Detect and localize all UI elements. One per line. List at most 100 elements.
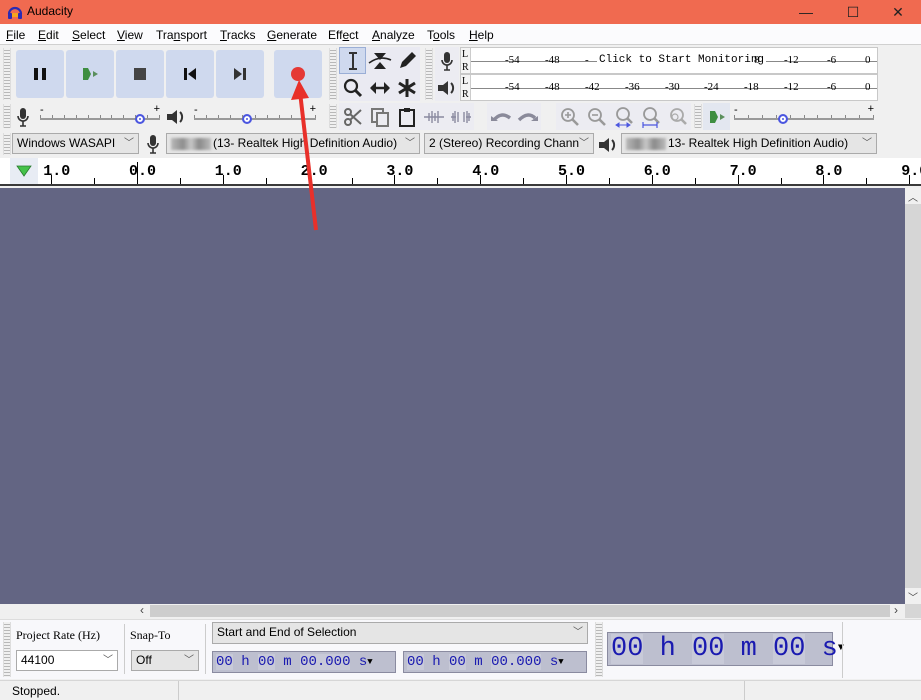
menu-help[interactable]: Help bbox=[469, 28, 494, 42]
playback-meter-button[interactable] bbox=[435, 74, 459, 101]
record-meter[interactable]: LR -54 -48 - Click to Start Monitoring 8… bbox=[460, 47, 878, 74]
chevron-down-icon: ﹀ bbox=[573, 627, 583, 638]
divider bbox=[744, 681, 745, 700]
hours-value: 00 bbox=[216, 654, 233, 670]
fit-selection-button[interactable] bbox=[610, 103, 637, 130]
meter-tick: 0 bbox=[865, 81, 871, 93]
close-button[interactable]: ✕ bbox=[875, 0, 921, 24]
timeline-options-button[interactable] bbox=[10, 158, 38, 184]
recording-device-select[interactable]: (13- Realtek High Definition Audio) ﹀ bbox=[166, 133, 420, 154]
scrollbar-thumb[interactable] bbox=[150, 605, 890, 617]
snap-to-select[interactable]: Off ﹀ bbox=[131, 650, 199, 671]
scroll-right-button[interactable]: › bbox=[894, 603, 898, 617]
menu-file[interactable]: File bbox=[6, 28, 25, 42]
time-shift-tool-button[interactable] bbox=[366, 74, 393, 101]
slider-max-label: + bbox=[867, 103, 874, 115]
record-meter-button[interactable] bbox=[435, 47, 459, 74]
recording-volume-slider[interactable]: - + bbox=[40, 103, 160, 125]
channel-r: R bbox=[462, 89, 469, 100]
mixer-toolbar-grip[interactable] bbox=[3, 104, 11, 128]
scroll-up-button[interactable]: ︿ bbox=[905, 188, 921, 204]
transport-toolbar-grip[interactable] bbox=[3, 48, 11, 100]
slider-thumb[interactable] bbox=[778, 114, 789, 124]
menu-edit[interactable]: Edit bbox=[38, 28, 59, 42]
audio-host-select[interactable]: Windows WASAPI ﹀ bbox=[12, 133, 139, 154]
timeline-ruler[interactable]: 1.0 0.0 1.0 2.0 3.0 4.0 5.0 6.0 7.0 8.0 9.0 bbox=[0, 158, 921, 186]
slider-thumb[interactable] bbox=[242, 114, 253, 124]
track-area[interactable] bbox=[0, 188, 905, 604]
selection-end-time[interactable]: 00 h 00 m 00.000 s▼ bbox=[403, 651, 587, 673]
chevron-down-icon: ﹀ bbox=[124, 138, 134, 149]
cut-button[interactable] bbox=[339, 103, 366, 130]
play-at-speed-button[interactable] bbox=[703, 103, 730, 130]
hours-value: 00 bbox=[611, 634, 644, 664]
redacted-text bbox=[626, 137, 666, 150]
format-dropdown-icon[interactable]: ▼ bbox=[367, 657, 372, 667]
slider-tick bbox=[99, 115, 101, 118]
audio-position-time[interactable]: 00 h 00 m 00 s▼ bbox=[607, 632, 844, 666]
play-at-speed-toolbar-grip[interactable] bbox=[694, 104, 702, 128]
status-text: Stopped. bbox=[12, 684, 61, 698]
minimize-button[interactable]: — bbox=[783, 0, 829, 24]
trim-audio-button[interactable] bbox=[420, 103, 447, 130]
hours-unit: h bbox=[241, 654, 250, 670]
ruler-tick bbox=[909, 175, 911, 184]
zoom-in-icon bbox=[560, 107, 579, 126]
play-button[interactable] bbox=[66, 50, 114, 98]
zoom-toggle-button[interactable] bbox=[664, 103, 691, 130]
menu-label: elect bbox=[80, 28, 106, 42]
project-rate-select[interactable]: 44100 ﹀ bbox=[16, 650, 118, 671]
meter-toolbar-grip[interactable] bbox=[425, 48, 433, 100]
minutes-unit: m bbox=[740, 634, 757, 664]
stop-button[interactable] bbox=[116, 50, 164, 98]
tools-toolbar-grip[interactable] bbox=[329, 48, 337, 100]
slider-tick bbox=[194, 115, 195, 118]
zoom-in-button[interactable] bbox=[556, 103, 583, 130]
pause-button[interactable] bbox=[16, 50, 64, 98]
redo-button[interactable] bbox=[514, 103, 541, 130]
device-toolbar-grip[interactable] bbox=[3, 133, 11, 155]
skip-to-start-button[interactable] bbox=[166, 50, 214, 98]
playback-meter[interactable]: LR -54 -48 -42 -36 -30 -24 -18 -12 -6 0 bbox=[460, 74, 878, 101]
start-monitoring-prompt[interactable]: Click to Start Monitoring bbox=[597, 54, 767, 66]
skip-to-end-button[interactable] bbox=[216, 50, 264, 98]
playback-volume-slider[interactable]: - + bbox=[194, 103, 316, 125]
zoom-tool-button[interactable] bbox=[339, 74, 366, 101]
paste-button[interactable] bbox=[393, 103, 420, 130]
recording-channels-select[interactable]: 2 (Stereo) Recording Chann ﹀ bbox=[424, 133, 594, 154]
selection-mode-select[interactable]: Start and End of Selection ﹀ bbox=[212, 622, 588, 644]
divider bbox=[124, 624, 125, 674]
edit-toolbar-grip[interactable] bbox=[329, 104, 337, 128]
playback-speed-slider[interactable]: - + bbox=[734, 103, 874, 125]
scroll-left-button[interactable]: ‹ bbox=[140, 603, 144, 617]
selection-start-time[interactable]: 00 h 00 m 00.000 s▼ bbox=[212, 651, 396, 673]
multi-tool-button[interactable] bbox=[393, 74, 420, 101]
menu-view[interactable]: View bbox=[117, 28, 143, 42]
horizontal-scrollbar[interactable]: ‹ › bbox=[0, 603, 905, 618]
copy-button[interactable] bbox=[366, 103, 393, 130]
draw-tool-button[interactable] bbox=[393, 47, 420, 74]
scroll-down-button[interactable]: ﹀ bbox=[905, 588, 921, 604]
menu-analyze[interactable]: Analyze bbox=[372, 28, 415, 42]
selection-tool-button[interactable] bbox=[339, 47, 366, 74]
menu-tracks[interactable]: Tracks bbox=[220, 28, 256, 42]
record-button[interactable] bbox=[274, 50, 322, 98]
vertical-scrollbar[interactable]: ︿ ﹀ bbox=[905, 188, 921, 618]
envelope-tool-button[interactable] bbox=[366, 47, 393, 74]
menu-generate[interactable]: Generate bbox=[267, 28, 317, 42]
undo-button[interactable] bbox=[487, 103, 514, 130]
meter-tick: -12 bbox=[784, 81, 799, 93]
playback-device-select[interactable]: 13- Realtek High Definition Audio) ﹀ bbox=[621, 133, 877, 154]
zoom-out-button[interactable] bbox=[583, 103, 610, 130]
fit-project-button[interactable] bbox=[637, 103, 664, 130]
time-toolbar-grip[interactable] bbox=[595, 622, 603, 677]
menu-select[interactable]: Select bbox=[72, 28, 105, 42]
format-dropdown-icon[interactable]: ▼ bbox=[558, 657, 563, 667]
menu-tools[interactable]: Tools bbox=[427, 28, 455, 42]
menu-transport[interactable]: Transport bbox=[156, 28, 207, 42]
play-icon bbox=[83, 68, 98, 80]
menu-effect[interactable]: Effect bbox=[328, 28, 359, 42]
selection-toolbar-grip[interactable] bbox=[3, 622, 11, 677]
maximize-button[interactable]: ☐ bbox=[830, 0, 876, 24]
silence-audio-button[interactable] bbox=[447, 103, 474, 130]
